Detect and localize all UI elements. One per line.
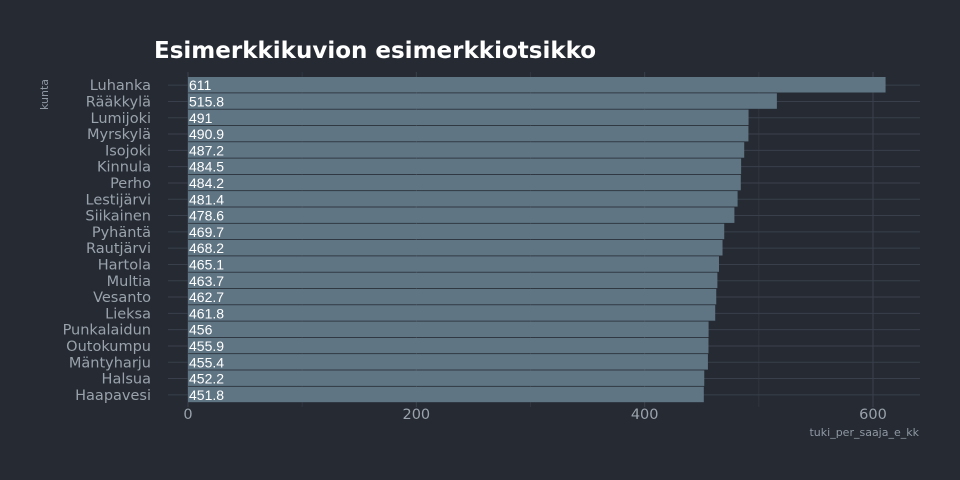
y-tick-label: Pyhäntä xyxy=(92,225,151,241)
bar xyxy=(188,256,719,272)
bar xyxy=(188,305,716,321)
bar xyxy=(188,125,749,142)
bar xyxy=(188,370,705,386)
data-label: 484.2 xyxy=(189,175,224,191)
bar xyxy=(188,354,708,370)
data-label: 462.7 xyxy=(189,289,224,305)
data-label: 611 xyxy=(189,77,212,93)
bar xyxy=(188,288,717,305)
data-label: 452.2 xyxy=(189,371,224,387)
y-tick-label: Luhanka xyxy=(90,78,151,94)
bar xyxy=(188,223,725,240)
y-tick-label: Kinnula xyxy=(97,160,151,176)
bar xyxy=(188,386,704,403)
x-axis-label: tuki_per_saaja_e_kk xyxy=(809,426,919,439)
y-tick-label: Siikainen xyxy=(85,209,151,225)
y-tick-label: Haapavesi xyxy=(75,388,151,404)
y-tick-label: Hartola xyxy=(98,257,151,273)
data-label: 455.9 xyxy=(189,338,224,354)
data-label: 463.7 xyxy=(189,273,224,289)
data-label: 451.8 xyxy=(189,387,224,403)
x-tick-label: 200 xyxy=(402,407,430,423)
bar xyxy=(188,174,741,191)
data-label: 490.9 xyxy=(189,126,224,142)
y-tick-label: Rääkkylä xyxy=(86,94,151,110)
y-tick-label: Myrskylä xyxy=(87,127,151,143)
data-label: 481.4 xyxy=(189,191,224,207)
y-tick-label: Mäntyharju xyxy=(69,355,151,371)
bar xyxy=(188,272,718,289)
y-tick-label: Perho xyxy=(110,176,151,192)
bar xyxy=(188,207,735,223)
y-tick-label: Multia xyxy=(107,274,151,290)
bar xyxy=(188,93,777,109)
bar xyxy=(188,321,709,337)
y-tick-label: Halsua xyxy=(102,372,151,388)
data-label: 469.7 xyxy=(189,224,224,240)
y-tick-label: Outokumpu xyxy=(66,339,151,355)
chart: Esimerkkikuvion esimerkkiotsikko kunta 6… xyxy=(0,0,960,480)
y-tick-label: Lumijoki xyxy=(91,111,152,127)
data-label: 491 xyxy=(189,110,213,126)
bar xyxy=(188,77,886,93)
data-label: 465.1 xyxy=(189,256,224,272)
data-label: 478.6 xyxy=(189,208,224,224)
data-label: 487.2 xyxy=(189,142,224,158)
y-tick-label: Vesanto xyxy=(93,290,151,306)
bar xyxy=(188,337,709,354)
y-tick-label: Lestijärvi xyxy=(86,192,152,208)
bar xyxy=(188,240,723,256)
y-axis-label: kunta xyxy=(38,79,51,110)
data-label: 515.8 xyxy=(189,93,224,109)
y-tick-label: Rautjärvi xyxy=(86,241,151,257)
data-label: 461.8 xyxy=(189,305,224,321)
y-tick-label: Punkalaidun xyxy=(63,323,151,339)
data-label: 456 xyxy=(189,322,213,338)
y-tick-label: Isojoki xyxy=(105,143,151,159)
data-label: 484.5 xyxy=(189,159,224,175)
y-tick-label: Lieksa xyxy=(105,306,151,322)
bar xyxy=(188,191,738,207)
x-tick-label: 600 xyxy=(859,407,887,423)
x-tick-label: 0 xyxy=(183,407,192,423)
bar xyxy=(188,142,745,158)
bar xyxy=(188,158,742,174)
x-tick-label: 400 xyxy=(631,407,659,423)
bar xyxy=(188,109,749,126)
chart-title: Esimerkkikuvion esimerkkiotsikko xyxy=(154,38,596,64)
data-label: 455.4 xyxy=(189,354,224,370)
data-label: 468.2 xyxy=(189,240,224,256)
